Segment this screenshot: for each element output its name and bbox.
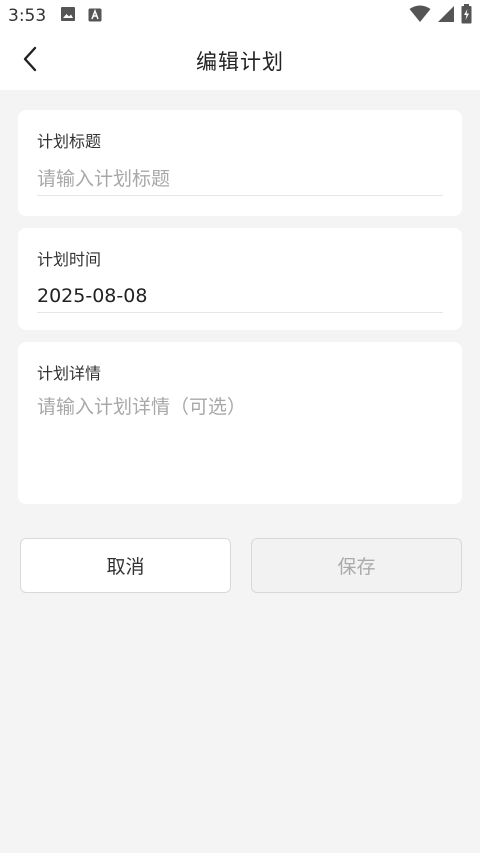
status-left-icons <box>60 6 102 26</box>
status-bar: 3:53 <box>0 0 480 32</box>
page-title: 编辑计划 <box>196 50 284 74</box>
plan-detail-label: 计划详情 <box>37 364 102 383</box>
plan-title-card: 计划标题 <box>18 110 462 216</box>
plan-detail-card: 计划详情 <box>18 342 462 504</box>
plan-time-label: 计划时间 <box>37 250 102 269</box>
plan-time-card: 计划时间 <box>18 228 462 330</box>
status-time: 3:53 <box>8 6 47 26</box>
back-button[interactable] <box>10 41 50 81</box>
image-icon <box>60 6 76 26</box>
signal-icon <box>437 5 455 27</box>
plan-detail-textarea[interactable] <box>37 392 443 488</box>
wifi-icon <box>409 5 431 27</box>
plan-time-input[interactable] <box>37 279 443 313</box>
chevron-left-icon <box>20 45 40 77</box>
cancel-button[interactable]: 取消 <box>20 538 231 593</box>
battery-icon <box>461 4 472 28</box>
status-right-icons <box>409 4 472 28</box>
app-bar: 编辑计划 <box>0 32 480 90</box>
plan-title-input[interactable] <box>37 162 443 196</box>
a-letter-icon <box>88 7 102 26</box>
save-button[interactable]: 保存 <box>251 538 462 593</box>
plan-title-label: 计划标题 <box>37 132 102 151</box>
